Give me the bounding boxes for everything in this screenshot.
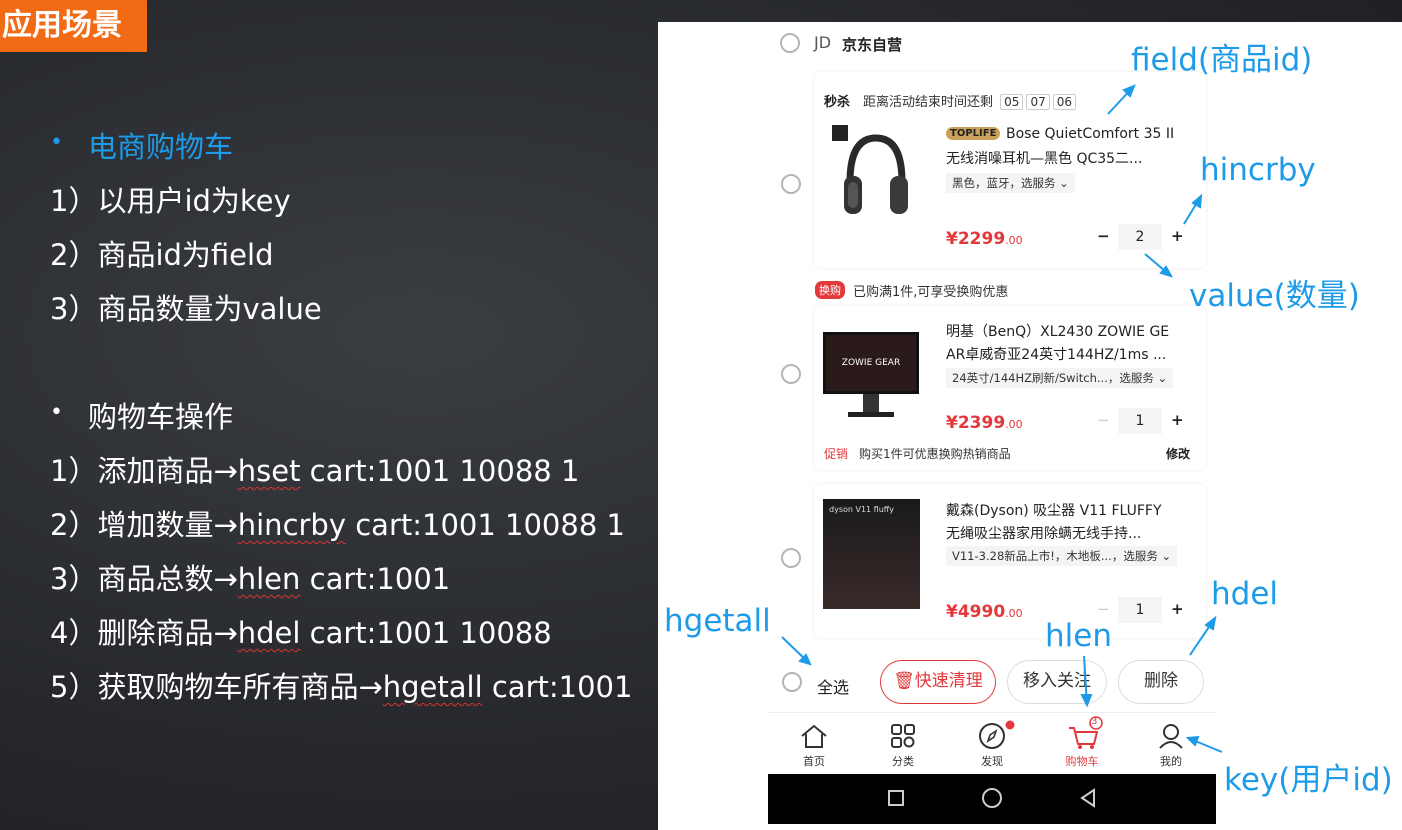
operation-item: 5）获取购物车所有商品→hgetall cart:1001 [50,670,633,704]
nav-discover-label[interactable]: 发现 [967,753,1017,769]
operation-item: 4）删除商品→hdel cart:1001 10088 [50,616,552,650]
section2-title: 购物车操作 [88,400,234,434]
seckill-label: 秒杀 [824,95,851,110]
quick-clear-button[interactable]: 🗑快速清理 [880,660,996,704]
promo-text: 购买1件可优惠换购热销商品 [859,447,1011,461]
nav-category-label[interactable]: 分类 [878,753,928,769]
item-title[interactable]: 明基（BenQ）XL2430 ZOWIE GE [946,321,1169,341]
section-tag: 应用场景 [0,0,147,52]
operation-item: 1）添加商品→hset cart:1001 10088 1 [50,454,580,488]
qty-input[interactable]: 1 [1118,408,1162,434]
item-title[interactable]: Bose QuietComfort 35 II [1006,126,1174,142]
cart-icon[interactable] [1066,716,1106,750]
qty-plus-button[interactable]: + [1171,411,1184,429]
qty-plus-button[interactable]: + [1171,600,1184,618]
annotation-value: value(数量) [1189,278,1360,314]
item-spec[interactable]: V11-3.28新品上市!，木地板...，选服务 ⌄ [946,546,1178,566]
qty-minus-button[interactable]: − [1097,411,1110,429]
nav-mine-label[interactable]: 我的 [1146,753,1196,769]
monitor-base [848,412,894,417]
delete-button[interactable]: 删除 [1118,660,1204,704]
trash-icon: 🗑 [893,671,915,691]
swap-tag: 换购 [815,281,845,299]
back-triangle-icon[interactable] [1078,788,1098,808]
promo-edit-link[interactable]: 修改 [1166,445,1190,462]
annotation-field: field(商品id) [1131,42,1313,78]
list-item: 1）以用户id为key [50,184,291,218]
annotation-key: key(用户id) [1224,762,1393,798]
bullet-dot: • [50,400,63,425]
discover-icon[interactable] [977,720,1015,752]
recent-apps-icon[interactable] [888,790,904,806]
nav-cart-label[interactable]: 购物车 [1057,753,1107,769]
countdown: 距离活动结束时间还剩 05 07 06 [863,91,1076,110]
home-circle-icon[interactable] [982,788,1002,808]
operation-item: 2）增加数量→hincrby cart:1001 10088 1 [50,508,625,542]
item-title[interactable]: 无线消噪耳机—黑色 QC35二... [946,148,1142,168]
operation-item: 3）商品总数→hlen cart:1001 [50,562,451,596]
swap-text[interactable]: 已购满1件,可享受换购优惠 [853,281,1008,300]
move-to-follow-button[interactable]: 移入关注 [1007,660,1107,704]
qty-minus-button[interactable]: − [1097,227,1110,245]
cart-count-badge: 3 [1091,716,1098,727]
toplife-badge: TOPLIFE [946,127,1001,140]
annotation-hgetall: hgetall [664,603,771,639]
user-icon[interactable] [1157,722,1185,750]
select-all-label[interactable]: 全选 [817,674,849,698]
item-checkbox[interactable] [781,548,801,568]
select-all-checkbox[interactable] [782,672,802,692]
item-spec[interactable]: 黑色，蓝牙，选服务 ⌄ [946,173,1075,193]
annotation-hdel: hdel [1211,576,1279,612]
list-item: 2）商品id为field [50,238,274,272]
qty-plus-button[interactable]: + [1171,227,1184,245]
list-item: 3）商品数量为value [50,292,322,326]
qty-minus-button[interactable]: − [1097,600,1110,618]
item-title[interactable]: AR卓威奇亚24英寸144HZ/1ms ... [946,344,1166,364]
promo-tag: 促销 [824,447,849,461]
home-icon[interactable] [799,722,829,750]
annotation-hincrby: hincrby [1200,152,1316,188]
item-spec[interactable]: 24英寸/144HZ刷新/Switch...，选服务 ⌄ [946,368,1174,388]
bullet-dot: • [50,130,63,155]
store-name[interactable]: 京东自营 [842,34,902,55]
monitor-image[interactable]: ZOWIE GEAR [823,332,919,394]
monitor-stand [863,394,879,414]
item-price: ¥2299.00 [946,229,1023,249]
store-checkbox[interactable] [780,33,800,53]
item-price: ¥2399.00 [946,413,1023,433]
category-icon[interactable] [889,722,917,750]
qty-input[interactable]: 2 [1118,224,1162,250]
qty-input[interactable]: 1 [1118,597,1162,623]
vacuum-image[interactable]: dyson V11 fluffy [823,499,920,609]
nav-home-label[interactable]: 首页 [789,753,839,769]
headphones-image[interactable] [840,132,912,224]
item-checkbox[interactable] [781,174,801,194]
item-title[interactable]: 无绳吸尘器家用除螨无线手持... [946,523,1141,543]
item-title[interactable]: 戴森(Dyson) 吸尘器 V11 FLUFFY [946,500,1162,520]
annotation-hlen: hlen [1045,618,1112,654]
jd-logo-icon: JD [814,33,832,52]
item-checkbox[interactable] [781,364,801,384]
item-price: ¥4990.00 [946,602,1023,622]
section1-title: 电商购物车 [88,130,234,164]
